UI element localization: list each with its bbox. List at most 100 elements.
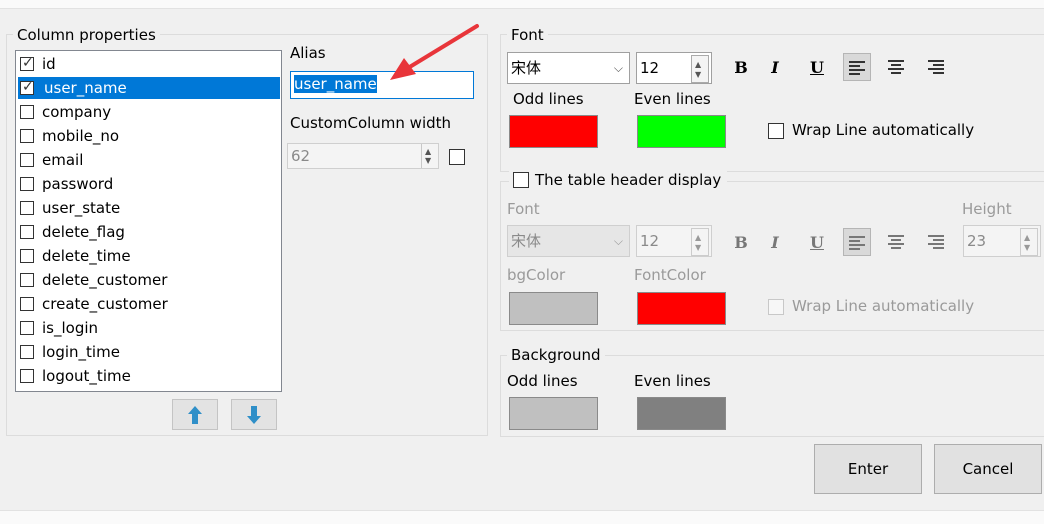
column-item[interactable]: delete_time bbox=[18, 245, 268, 267]
column-item[interactable]: password bbox=[18, 173, 268, 195]
move-down-button[interactable] bbox=[231, 399, 277, 430]
column-checkbox[interactable] bbox=[20, 153, 34, 167]
header-wrap-line-label: Wrap Line automatically bbox=[792, 297, 975, 315]
custom-width-spinner[interactable]: ▲ ▼ bbox=[421, 144, 438, 168]
font-family-select[interactable]: 宋体 ⌵ bbox=[507, 52, 630, 84]
header-wrap-line-checkbox[interactable] bbox=[768, 299, 784, 315]
align-left-button[interactable] bbox=[843, 53, 871, 81]
header-italic-button[interactable]: I bbox=[761, 229, 789, 257]
bold-button[interactable]: B bbox=[727, 54, 755, 82]
column-checkbox[interactable] bbox=[20, 249, 34, 263]
column-item-label: company bbox=[42, 103, 112, 121]
column-checkbox[interactable] bbox=[20, 297, 34, 311]
column-item[interactable]: delete_flag bbox=[18, 221, 268, 243]
header-font-size-input[interactable]: 12 ▲ ▼ bbox=[636, 225, 712, 257]
column-item[interactable]: company bbox=[18, 101, 268, 123]
column-item[interactable]: create_customer bbox=[18, 293, 268, 315]
column-item-label: create_customer bbox=[42, 295, 168, 313]
column-checkbox[interactable] bbox=[20, 129, 34, 143]
column-item[interactable]: login_time bbox=[18, 341, 268, 363]
header-font-label: Font bbox=[507, 200, 540, 218]
column-item-label: delete_customer bbox=[42, 271, 168, 289]
bg-odd-lines-label: Odd lines bbox=[507, 372, 578, 390]
column-item[interactable]: user_state bbox=[18, 197, 268, 219]
header-font-family-select[interactable]: 宋体 ⌵ bbox=[507, 225, 630, 257]
align-right-icon bbox=[928, 235, 944, 251]
column-checkbox[interactable] bbox=[20, 321, 34, 335]
header-align-left-button[interactable] bbox=[843, 228, 871, 256]
column-item[interactable]: ✓ user_name bbox=[18, 77, 280, 99]
header-height-input[interactable]: 23 ▲ ▼ bbox=[963, 225, 1041, 257]
column-checkbox[interactable]: ✓ bbox=[20, 55, 34, 71]
enter-button[interactable]: Enter bbox=[814, 444, 922, 494]
column-item[interactable]: mobile_no bbox=[18, 125, 268, 147]
header-align-center-button[interactable] bbox=[883, 228, 911, 256]
header-height-value: 23 bbox=[967, 232, 987, 250]
odd-lines-label: Odd lines bbox=[513, 90, 584, 108]
column-checkbox[interactable] bbox=[20, 201, 34, 215]
column-checkbox[interactable] bbox=[20, 345, 34, 359]
header-font-size-value: 12 bbox=[640, 232, 660, 250]
chevron-down-icon: ⌵ bbox=[613, 61, 623, 75]
column-item-label: password bbox=[42, 175, 114, 193]
wrap-line-checkbox[interactable] bbox=[768, 123, 784, 139]
align-center-icon bbox=[888, 60, 904, 76]
header-display-checkbox[interactable] bbox=[513, 172, 529, 188]
align-right-button[interactable] bbox=[923, 53, 951, 81]
header-bgcolor-swatch[interactable] bbox=[509, 292, 598, 325]
header-font-size-spinner[interactable]: ▲ ▼ bbox=[691, 228, 709, 256]
column-checkbox[interactable] bbox=[20, 369, 34, 383]
column-checkbox[interactable] bbox=[20, 105, 34, 119]
column-item-label: logout_time bbox=[42, 367, 131, 385]
align-left-icon bbox=[849, 61, 865, 77]
custom-width-checkbox[interactable] bbox=[449, 149, 465, 165]
bgcolor-label: bgColor bbox=[507, 266, 566, 284]
column-item-label: mobile_no bbox=[42, 127, 120, 145]
column-item[interactable]: logout_time bbox=[18, 365, 268, 387]
header-fontcolor-swatch[interactable] bbox=[637, 292, 726, 325]
custom-width-input[interactable]: 62 ▲ ▼ bbox=[287, 143, 439, 169]
column-item[interactable]: delete_customer bbox=[18, 269, 268, 291]
fontcolor-label: FontColor bbox=[634, 266, 706, 284]
column-properties-title: Column properties bbox=[13, 26, 160, 44]
column-item-label: delete_time bbox=[42, 247, 131, 265]
header-underline-button[interactable]: U bbox=[803, 229, 831, 257]
column-list[interactable]: ✓ id ✓ user_name company mobile_no email passwo… bbox=[15, 50, 282, 392]
move-up-button[interactable] bbox=[172, 399, 218, 430]
column-item-label: email bbox=[42, 151, 84, 169]
column-item-label: user_state bbox=[42, 199, 121, 217]
odd-lines-color-swatch[interactable] bbox=[509, 115, 598, 148]
column-item-label: user_name bbox=[42, 77, 280, 99]
bg-odd-lines-color-swatch[interactable] bbox=[509, 397, 598, 430]
align-center-button[interactable] bbox=[883, 53, 911, 81]
column-item[interactable]: is_login bbox=[18, 317, 268, 339]
column-item[interactable]: email bbox=[18, 149, 268, 171]
underline-button[interactable]: U bbox=[803, 54, 831, 82]
column-checkbox[interactable] bbox=[20, 273, 34, 287]
column-checkbox[interactable]: ✓ bbox=[20, 79, 34, 95]
font-size-spinner[interactable]: ▲ ▼ bbox=[691, 55, 709, 83]
font-size-input[interactable]: 12 ▲ ▼ bbox=[636, 52, 712, 84]
column-checkbox[interactable] bbox=[20, 225, 34, 239]
wrap-line-label: Wrap Line automatically bbox=[792, 121, 975, 139]
bg-even-lines-color-swatch[interactable] bbox=[637, 397, 726, 430]
arrow-down-icon bbox=[247, 406, 261, 424]
font-group-title: Font bbox=[507, 26, 548, 44]
column-item[interactable]: ✓ id bbox=[18, 53, 268, 75]
column-checkbox[interactable] bbox=[20, 177, 34, 191]
annotation-arrow-icon bbox=[390, 24, 479, 80]
even-lines-color-swatch[interactable] bbox=[637, 115, 726, 148]
alias-label: Alias bbox=[290, 44, 326, 62]
header-display-title: The table header display bbox=[535, 171, 722, 189]
cancel-button[interactable]: Cancel bbox=[934, 444, 1042, 494]
custom-width-value: 62 bbox=[291, 147, 311, 165]
header-height-spinner[interactable]: ▲ ▼ bbox=[1020, 228, 1038, 256]
bg-even-lines-label: Even lines bbox=[634, 372, 711, 390]
background-title: Background bbox=[507, 346, 605, 364]
align-right-icon bbox=[928, 60, 944, 76]
header-align-right-button[interactable] bbox=[923, 228, 951, 256]
header-font-family-value: 宋体 bbox=[511, 232, 542, 250]
italic-button[interactable]: I bbox=[761, 54, 789, 82]
top-strip bbox=[0, 0, 1044, 9]
header-bold-button[interactable]: B bbox=[727, 229, 755, 257]
